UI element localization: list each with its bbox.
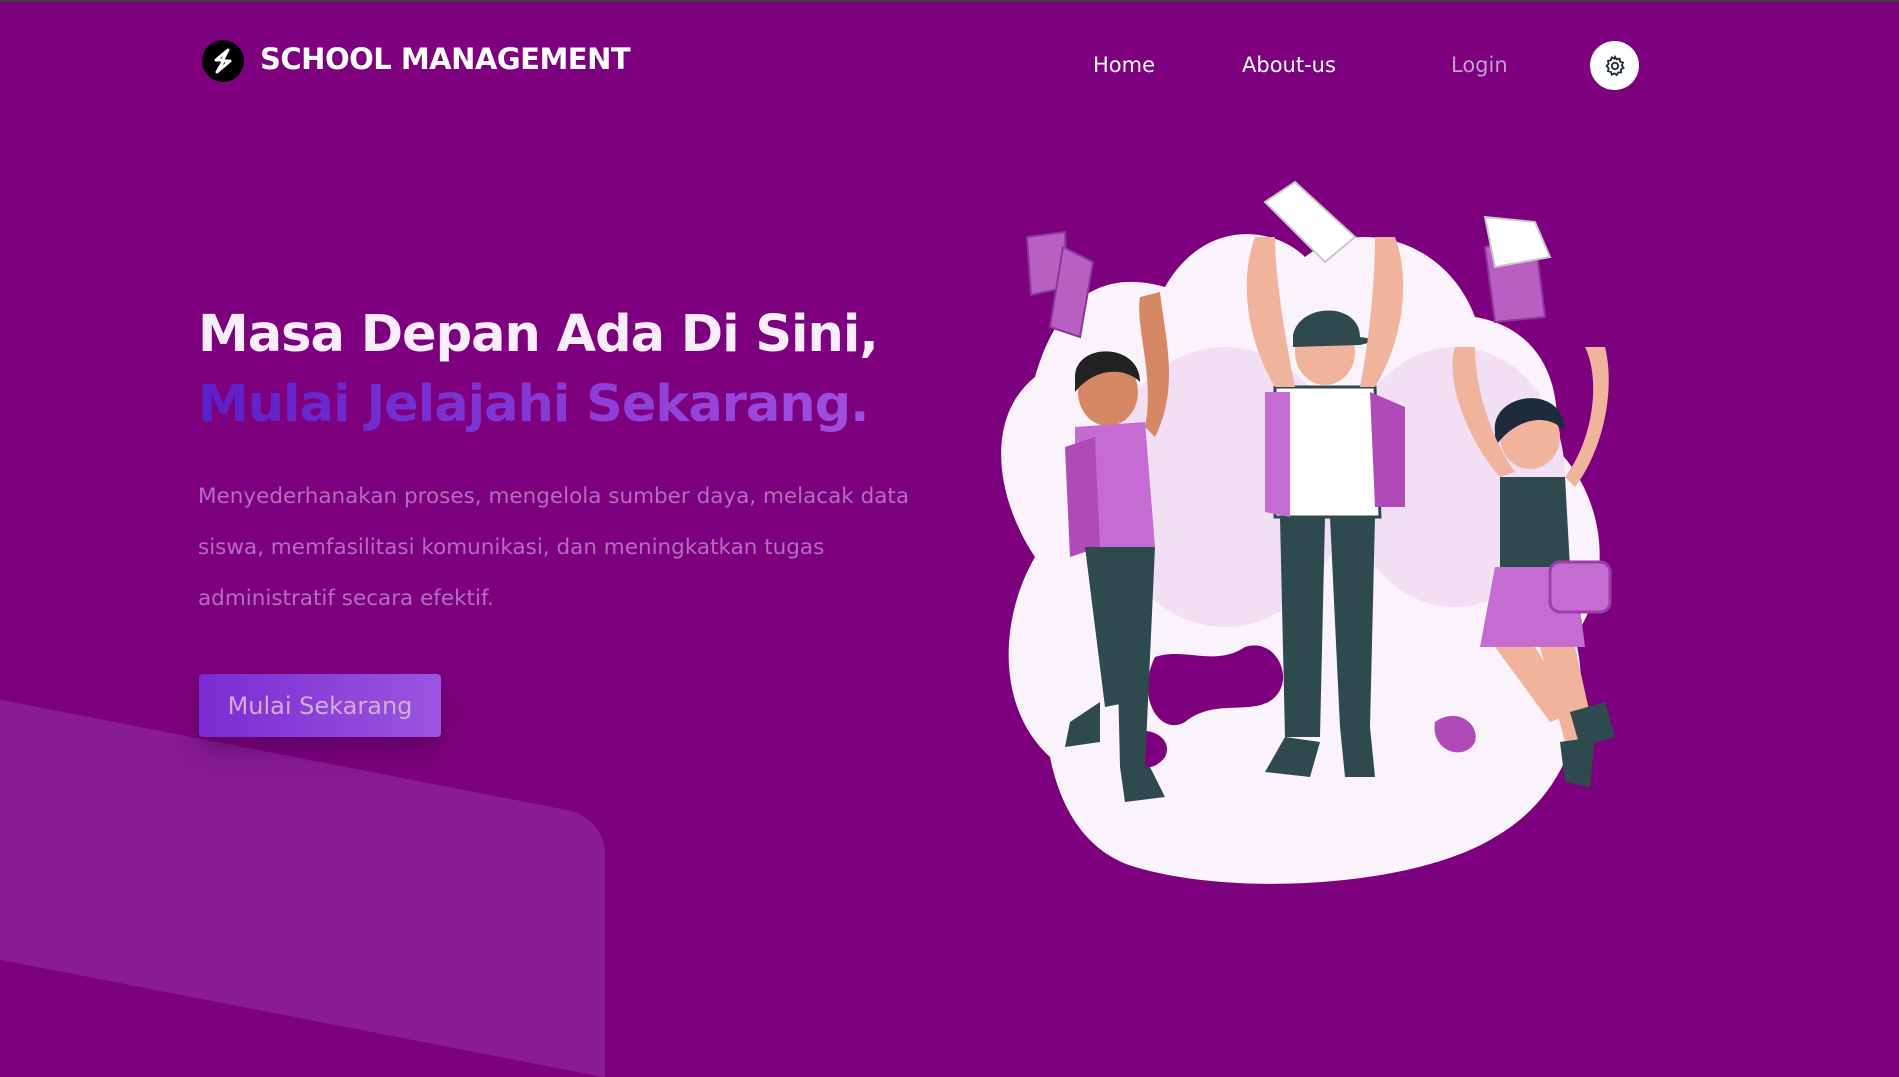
- start-now-button[interactable]: Mulai Sekarang: [199, 674, 441, 737]
- brand-name[interactable]: SCHOOL MANAGEMENT: [260, 42, 631, 76]
- hero-title-line1: Masa Depan Ada Di Sini,: [198, 305, 879, 364]
- navbar: SCHOOL MANAGEMENT Home About-us Login: [0, 2, 1899, 112]
- gear-icon: [1604, 54, 1625, 76]
- background-decorative-shape: [0, 692, 605, 1077]
- students-jumping-illustration: [1001, 180, 1615, 884]
- hero-title-line2: Mulai Jelajahi Sekarang.: [198, 370, 878, 440]
- lightning-bolt-icon[interactable]: [202, 40, 244, 82]
- nav-home-link[interactable]: Home: [1093, 53, 1155, 77]
- nav-about-link[interactable]: About-us: [1242, 53, 1336, 77]
- hero-title: Masa Depan Ada Di Sini, Mulai Jelajahi S…: [198, 300, 879, 440]
- theme-toggle-button[interactable]: [1590, 41, 1639, 90]
- hero-description: Menyederhanakan proses, mengelola sumber…: [198, 484, 909, 611]
- nav-login-link[interactable]: Login: [1451, 53, 1508, 77]
